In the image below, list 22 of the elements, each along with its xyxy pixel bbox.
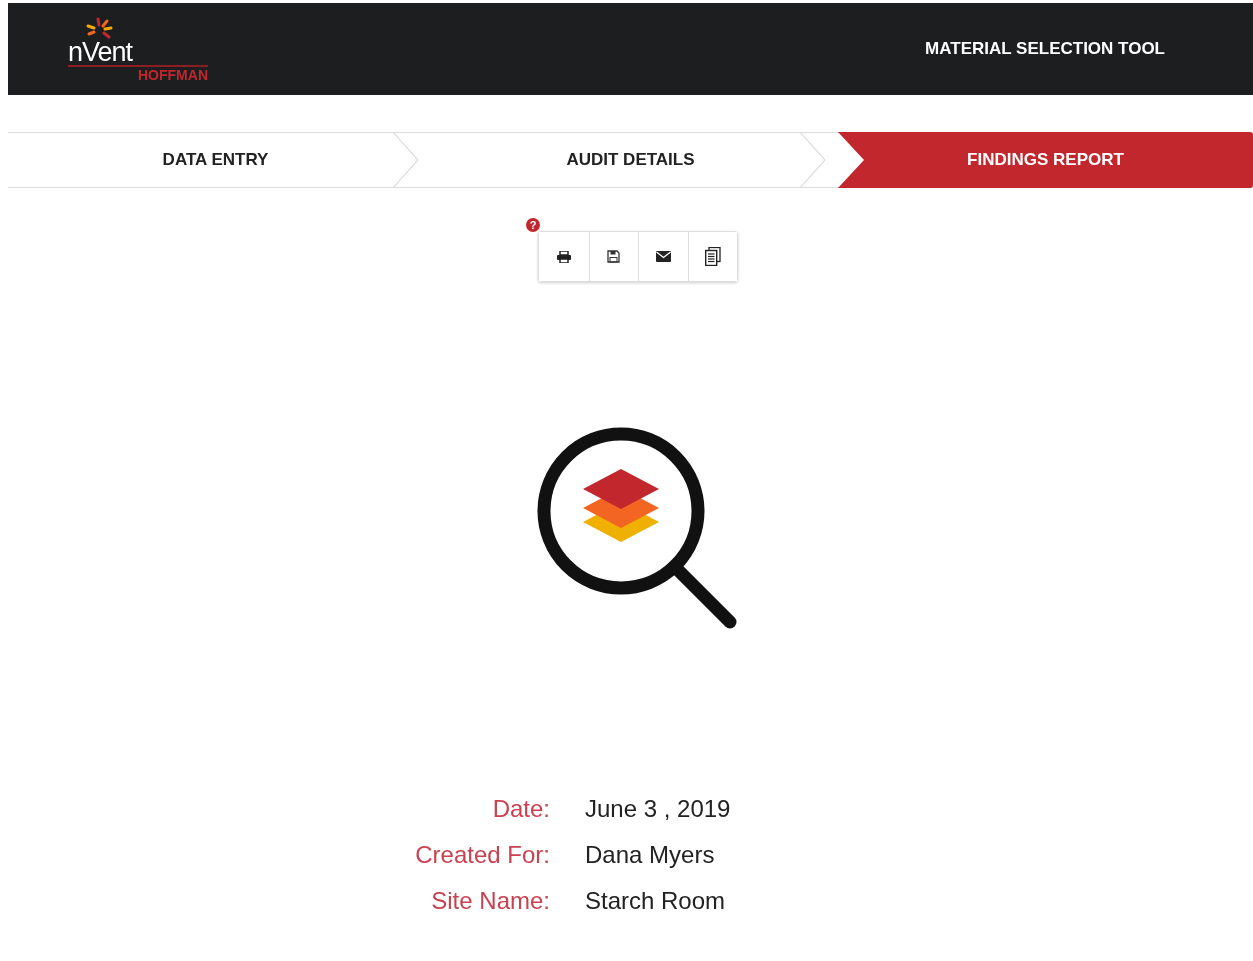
app-title: MATERIAL SELECTION TOOL bbox=[925, 39, 1165, 59]
step-tab[interactable]: DATA ENTRY bbox=[8, 132, 423, 188]
field-label: Created For: bbox=[414, 841, 550, 869]
logo-wordmark: nVent bbox=[68, 38, 133, 65]
print-button[interactable] bbox=[539, 232, 589, 281]
envelope-icon bbox=[655, 251, 671, 262]
step-tab[interactable]: FINDINGS REPORT bbox=[838, 132, 1253, 188]
logo-subbrand: HOFFMAN bbox=[68, 64, 208, 82]
documents-icon bbox=[704, 247, 721, 266]
copy-button[interactable] bbox=[687, 232, 737, 281]
step-tab[interactable]: AUDIT DETAILS bbox=[423, 132, 838, 188]
save-button[interactable] bbox=[588, 232, 638, 281]
field-label: Site Name: bbox=[430, 887, 550, 915]
field-value: Starch Room bbox=[585, 887, 727, 915]
email-button[interactable] bbox=[638, 232, 688, 281]
help-icon[interactable]: ? bbox=[526, 218, 540, 232]
chevron-divider-icon bbox=[800, 132, 828, 188]
print-icon bbox=[556, 250, 571, 263]
chevron-divider-icon bbox=[393, 132, 421, 188]
field-value: Dana Myers bbox=[585, 841, 716, 869]
field-label: Date: bbox=[491, 795, 550, 823]
field-value: June 3 , 2019 bbox=[585, 795, 732, 823]
